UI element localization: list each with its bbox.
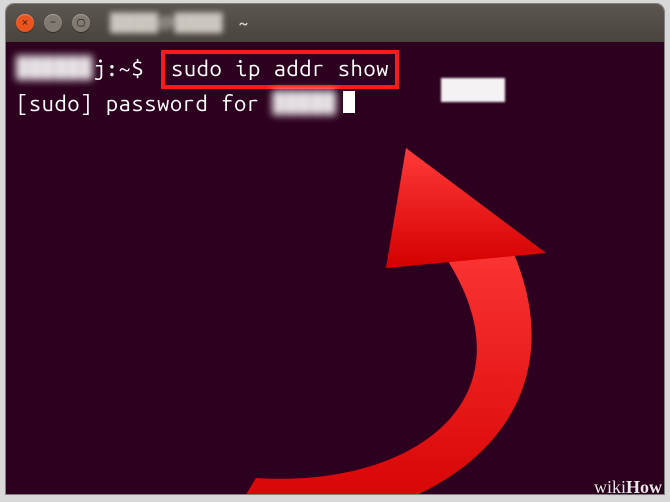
prompt-user-censored: ██████: [16, 54, 93, 84]
prompt-tail: j:~$: [93, 56, 157, 81]
window-title-suffix: ~: [239, 14, 249, 33]
command-text: sudo ip addr show: [171, 56, 389, 81]
terminal-line-2: [sudo] password for █████: [16, 89, 654, 119]
terminal-cursor: [343, 91, 355, 113]
close-icon[interactable]: ×: [16, 14, 34, 32]
watermark-how: How: [626, 477, 662, 497]
titlebar[interactable]: × – ▢ ████@████ ~: [6, 4, 664, 42]
password-user-censored: █████: [272, 89, 336, 119]
maximize-icon[interactable]: ▢: [72, 14, 90, 32]
watermark: wikiHow: [594, 477, 662, 498]
watermark-wiki: wiki: [594, 477, 626, 497]
annotation-arrow: [146, 108, 626, 494]
command-highlight-box: sudo ip addr show: [161, 50, 399, 89]
window-title-censored: ████@████: [110, 13, 223, 33]
terminal-window: × – ▢ ████@████ ~ ██████j:~$ sudo ip add…: [6, 4, 664, 494]
minimize-icon[interactable]: –: [44, 14, 62, 32]
terminal-line-1: ██████j:~$ sudo ip addr show: [16, 50, 654, 89]
terminal-body[interactable]: ██████j:~$ sudo ip addr show [sudo] pass…: [6, 42, 664, 494]
sudo-password-prompt: [sudo] password for: [16, 91, 272, 116]
glare-highlight: [441, 78, 505, 102]
